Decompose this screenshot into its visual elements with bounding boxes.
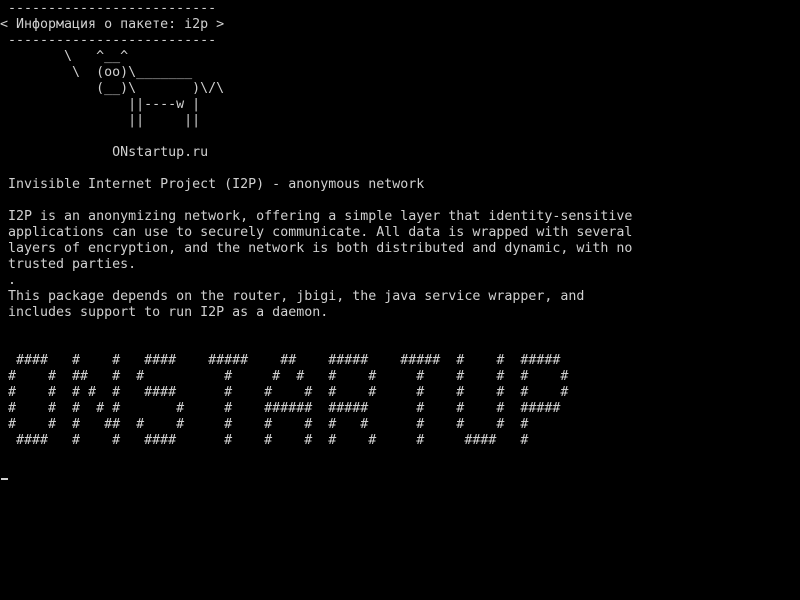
terminal-line: --------------------------: [0, 1, 217, 16]
terminal-line: # # # # # # # ###### ##### # # # #####: [0, 401, 561, 416]
terminal-line: \ ^__^: [0, 49, 129, 64]
terminal-line: This package depends on the router, jbig…: [0, 289, 585, 304]
terminal-line: layers of encryption, and the network is…: [0, 241, 633, 256]
terminal-line: ONstartup.ru: [0, 145, 209, 160]
terminal-line: #### # # #### ##### ## ##### ##### # # #…: [0, 353, 561, 368]
terminal-line: I2P is an anonymizing network, offering …: [0, 209, 633, 224]
terminal-line: --------------------------: [0, 33, 217, 48]
terminal-line: applications can use to securely communi…: [0, 225, 633, 240]
terminal-line: includes support to run I2P as a daemon.: [0, 305, 329, 320]
terminal-line: # # ## # # # # # # # # # # # #: [0, 369, 569, 384]
terminal-line: < Информация о пакете: i2p >: [0, 17, 225, 32]
terminal-line: # # # ## # # # # # # # # # # #: [0, 417, 529, 432]
terminal-line: Invisible Internet Project (I2P) - anony…: [0, 177, 425, 192]
text-cursor: [1, 478, 8, 480]
terminal-line: (__)\ )\/\: [0, 81, 225, 96]
terminal-line: trusted parties.: [0, 257, 137, 272]
terminal-line: || ||: [0, 113, 201, 128]
terminal-line: #### # # #### # # # # # # #### #: [0, 433, 529, 448]
terminal-line: .: [0, 273, 17, 288]
terminal-line: \ (oo)\_______: [0, 65, 193, 80]
terminal-line: ||----w |: [0, 97, 201, 112]
terminal-screen[interactable]: -------------------------- < Информация о…: [0, 0, 800, 600]
terminal-line: # # # # # #### # # # # # # # # # #: [0, 385, 569, 400]
